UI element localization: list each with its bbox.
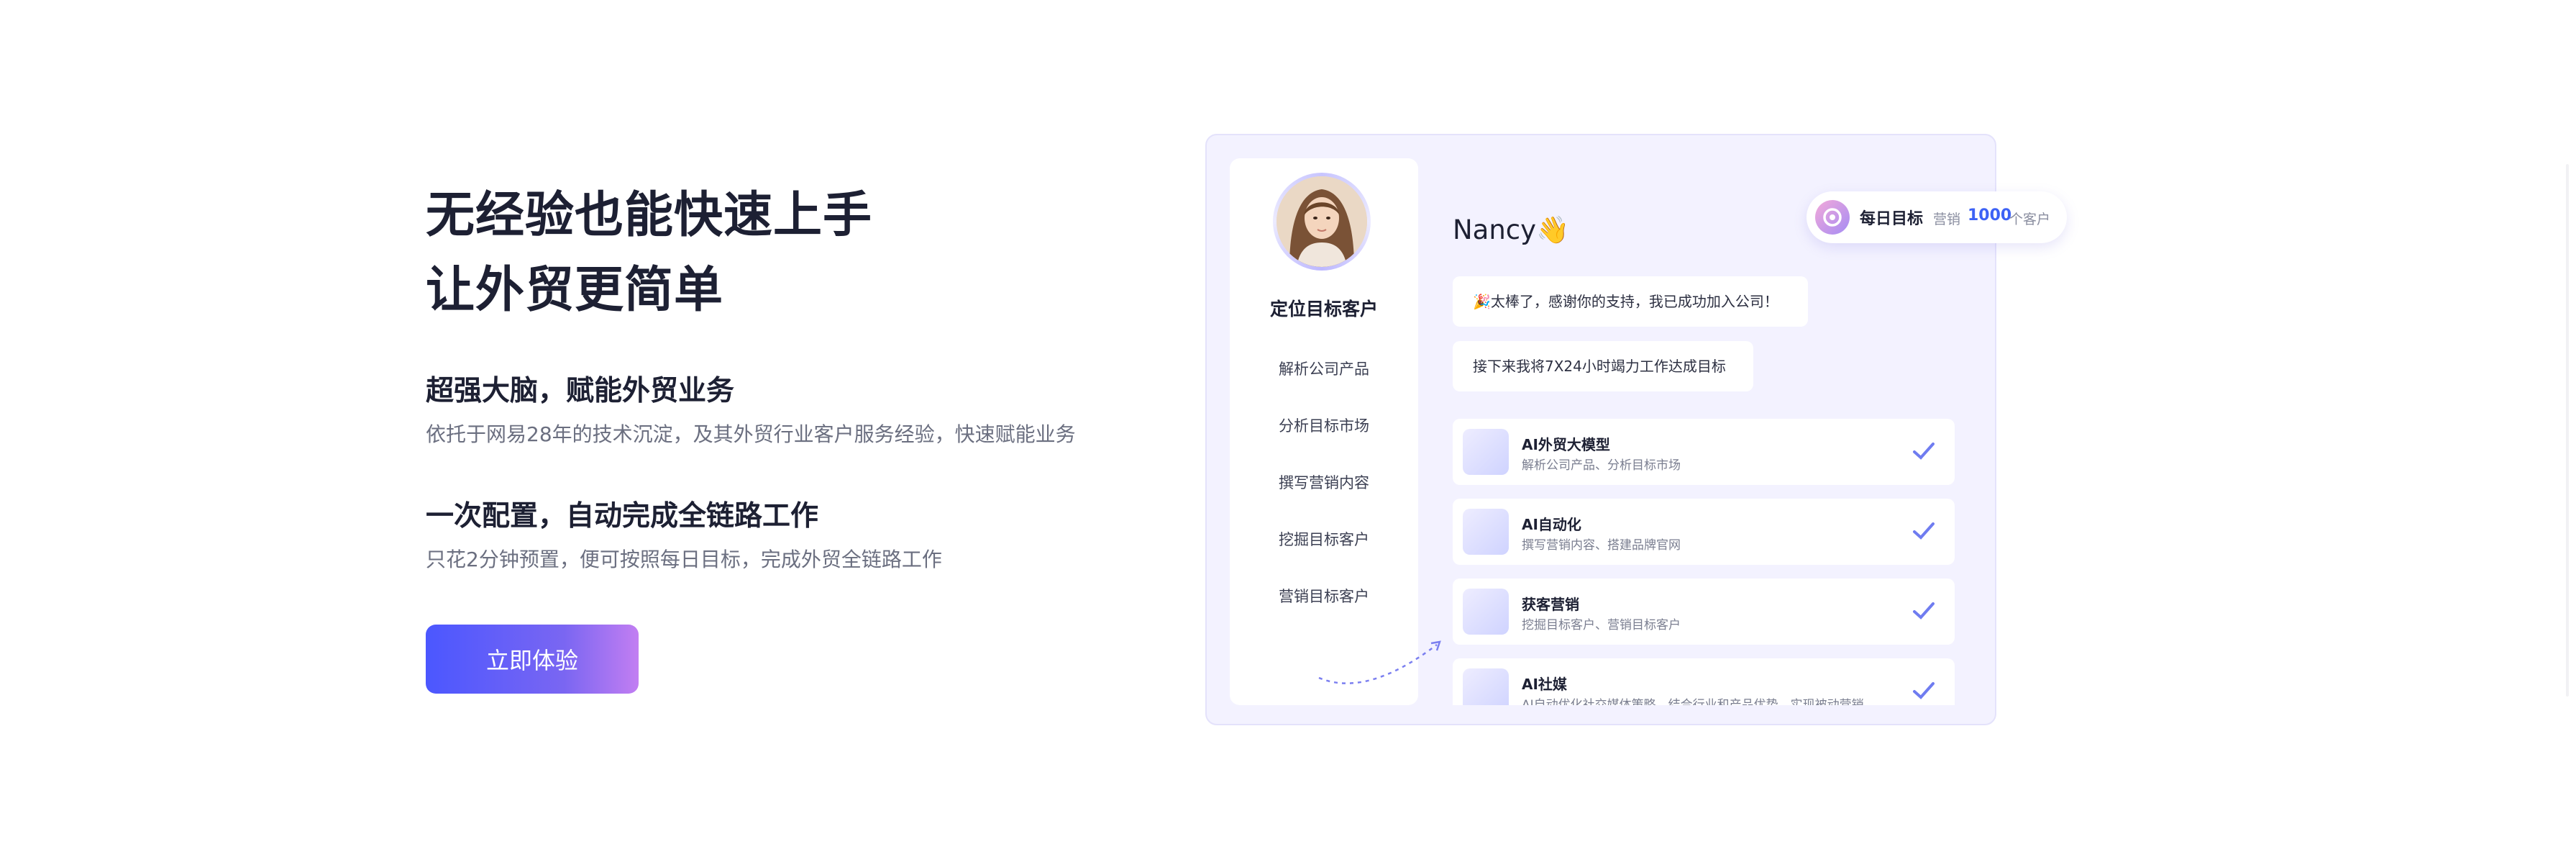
avatar	[1276, 176, 1367, 267]
task-cube-icon	[1463, 509, 1509, 555]
scrollbar[interactable]	[2566, 164, 2569, 697]
try-now-button[interactable]: 立即体验	[426, 625, 639, 694]
feature-title: 超强大脑，赋能外贸业务	[426, 375, 735, 407]
feature-desc: 只花2分钟预置，便可按照每日目标，完成外贸全链路工作	[426, 548, 942, 571]
feature-desc: 依托于网易28年的技术沉淀，及其外贸行业客户服务经验，快速赋能业务	[426, 422, 1076, 446]
workflow-step[interactable]: 分析目标市场	[1230, 415, 1418, 472]
dashed-arrow-icon	[1318, 640, 1441, 684]
hero-section: 无经验也能快速上手 让外贸更简单 超强大脑，赋能外贸业务 依托于网易28年的技术…	[426, 178, 1145, 694]
task-title: AI社媒	[1522, 676, 1567, 693]
task-title: AI外贸大模型	[1522, 436, 1610, 453]
chat-bubble: 🎉太棒了，感谢你的支持，我已成功加入公司！	[1453, 276, 1808, 327]
panel-title: 定位目标客户	[1269, 299, 1378, 319]
task-cube-icon	[1463, 589, 1509, 635]
feature-config: 一次配置，自动完成全链路工作 只花2分钟预置，便可按照每日目标，完成外贸全链路工…	[426, 496, 1145, 576]
greeting-title: Nancy👋	[1453, 214, 1570, 245]
check-icon	[1913, 522, 1935, 540]
check-icon	[1913, 602, 1935, 620]
task-desc: 解析公司产品、分析目标市场	[1522, 458, 1681, 473]
user-avatar-icon	[1276, 176, 1367, 267]
check-icon	[1913, 682, 1935, 699]
feature-title: 一次配置，自动完成全链路工作	[426, 500, 819, 532]
workflow-step[interactable]: 撰写营销内容	[1230, 472, 1418, 529]
chat-bubble: 接下来我将7X24小时竭力工作达成目标	[1453, 341, 1753, 391]
task-list: AI外贸大模型 解析公司产品、分析目标市场 AI自动化 撰写营销内容、搭建品牌官…	[1453, 419, 1955, 705]
goal-unit: 个客户	[2009, 212, 2051, 227]
workflow-panel: 定位目标客户 解析公司产品 分析目标市场 撰写营销内容 挖掘目标客户 营销目标客…	[1230, 158, 1441, 705]
workflow-step[interactable]: 挖掘目标客户	[1230, 529, 1418, 586]
task-row[interactable]: AI自动化 撰写营销内容、搭建品牌官网	[1453, 499, 1955, 565]
task-title: AI自动化	[1522, 516, 1581, 533]
task-row[interactable]: 获客营销 挖掘目标客户、营销目标客户	[1453, 579, 1955, 645]
goal-sub: 营销	[1933, 212, 1961, 227]
daily-goal-badge: 每日目标 营销 1000 个客户	[1807, 191, 2067, 243]
task-desc: 挖掘目标客户、营销目标客户	[1522, 618, 1681, 632]
hero-title: 无经验也能快速上手 让外贸更简单	[426, 178, 1145, 328]
goal-label: 每日目标	[1860, 210, 1924, 228]
feature-brain: 超强大脑，赋能外贸业务 依托于网易28年的技术沉淀，及其外贸行业客户服务经验，快…	[426, 371, 1145, 450]
target-icon	[1815, 200, 1850, 235]
task-row[interactable]: AI外贸大模型 解析公司产品、分析目标市场	[1453, 419, 1955, 485]
task-desc: AI自动优化社交媒体策略，结合行业和产品优势，实现被动营销。	[1522, 698, 1876, 705]
task-cube-icon	[1463, 429, 1509, 475]
hero-title-line1: 无经验也能快速上手	[426, 187, 873, 244]
goal-value: 1000	[1968, 207, 2012, 224]
hero-title-line2: 让外贸更简单	[426, 262, 724, 319]
task-title: 获客营销	[1522, 596, 1579, 613]
workflow-step[interactable]: 解析公司产品	[1230, 358, 1418, 415]
avatar-ring	[1273, 173, 1371, 271]
workflow-steps: 解析公司产品 分析目标市场 撰写营销内容 挖掘目标客户 营销目标客户	[1230, 358, 1418, 643]
task-row[interactable]: AI社媒 AI自动优化社交媒体策略，结合行业和产品优势，实现被动营销。	[1453, 658, 1955, 705]
check-icon	[1913, 443, 1935, 460]
task-desc: 撰写营销内容、搭建品牌官网	[1522, 538, 1681, 553]
task-cube-icon	[1463, 668, 1509, 705]
